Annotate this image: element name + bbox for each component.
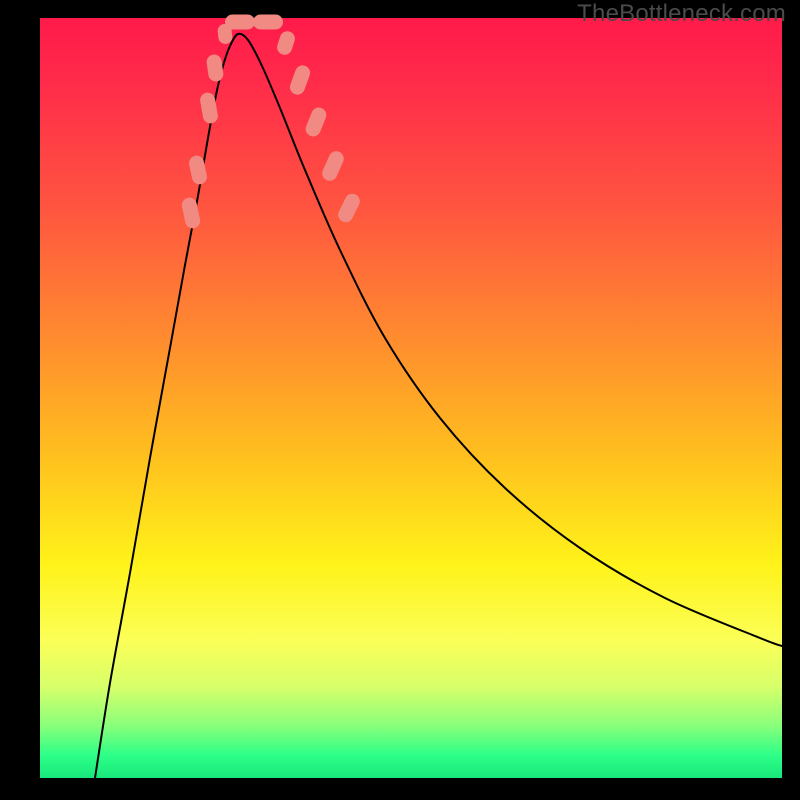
marker-dot xyxy=(206,54,225,83)
marker-dot xyxy=(288,63,312,96)
marker-dot xyxy=(275,29,297,56)
marker-dot xyxy=(336,191,363,225)
curve-layer xyxy=(40,18,782,778)
marker-dot xyxy=(225,15,255,30)
curve-markers xyxy=(180,15,362,230)
marker-dot xyxy=(253,15,283,30)
marker-dot xyxy=(320,149,346,183)
marker-dot xyxy=(303,105,328,138)
chart-frame: TheBottleneck.com xyxy=(0,0,800,800)
plot-area xyxy=(40,18,782,778)
watermark-text: TheBottleneck.com xyxy=(577,0,786,28)
bottleneck-curve xyxy=(95,34,782,778)
marker-dot xyxy=(180,196,201,229)
